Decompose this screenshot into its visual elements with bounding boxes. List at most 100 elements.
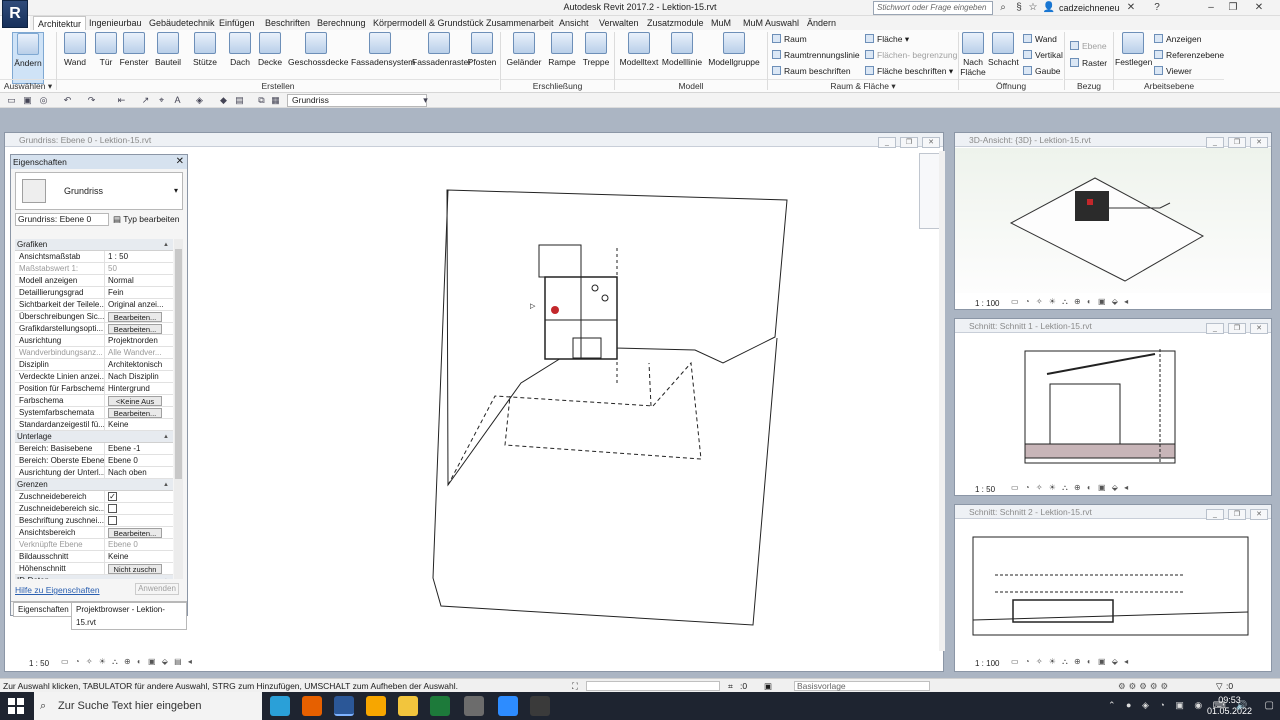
restore-icon[interactable]: ❐ bbox=[1228, 509, 1246, 520]
revit-icon[interactable] bbox=[334, 696, 354, 716]
property-value[interactable]: ✓ bbox=[105, 491, 173, 502]
model-line-button[interactable]: Modelllinie bbox=[661, 32, 703, 84]
notification-icon[interactable]: ▢ bbox=[1265, 700, 1274, 711]
edge-icon[interactable] bbox=[270, 696, 290, 716]
windows-start-icon[interactable] bbox=[8, 698, 24, 714]
tab-zusatzmodule[interactable]: Zusatzmodule bbox=[643, 16, 708, 30]
property-checkbox[interactable] bbox=[108, 516, 117, 525]
tab-beschriften[interactable]: Beschriften bbox=[261, 16, 314, 30]
tag-icon[interactable]: ⌖ bbox=[156, 95, 167, 106]
minimize-icon[interactable]: _ bbox=[1206, 509, 1224, 520]
measure-icon[interactable]: ⇤ bbox=[116, 95, 127, 106]
user-name[interactable]: cadzeichneneu bbox=[1059, 3, 1120, 13]
save-icon[interactable]: ▣ bbox=[22, 95, 33, 106]
modify-button[interactable]: Ändern bbox=[12, 32, 44, 84]
room-separator-button[interactable]: Raumtrennungslinie bbox=[772, 50, 860, 60]
property-value[interactable]: Bearbeiten... bbox=[105, 407, 173, 418]
view-control-icons[interactable]: ▭ ◔ ✧ ☀ ⛬ ⊕ ◐ ▣ ⬙ ▤ ◂ bbox=[61, 657, 194, 667]
binoculars-icon[interactable]: ⌕ bbox=[996, 1, 1010, 15]
curtain-grid-button[interactable]: Fassadenraster bbox=[412, 32, 471, 84]
wall-opening-button[interactable]: Wand bbox=[1023, 34, 1057, 44]
tab-mum-auswahl[interactable]: MuM Auswahl bbox=[739, 16, 803, 30]
minimize-icon[interactable]: _ bbox=[1206, 137, 1224, 148]
text-icon[interactable]: A bbox=[172, 95, 183, 106]
property-value[interactable]: Bearbeiten... bbox=[105, 311, 173, 322]
close-hidden-icon[interactable]: ⧉ bbox=[256, 95, 267, 106]
dimension-icon[interactable]: ↗ bbox=[140, 95, 151, 106]
property-edit-button[interactable]: Bearbeiten... bbox=[108, 324, 162, 334]
model-group-button[interactable]: Modellgruppe bbox=[708, 32, 760, 84]
section-1-control-icons[interactable]: ▭ ◔ ✧ ☀ ⛬ ⊕ ◐ ▣ ⬙ ◂ bbox=[1011, 483, 1130, 493]
property-value[interactable]: Ebene -1 bbox=[105, 443, 173, 454]
property-value[interactable] bbox=[105, 515, 173, 526]
component-button[interactable]: Bauteil bbox=[152, 32, 184, 84]
chevron-down-icon[interactable]: ▾ bbox=[420, 95, 431, 106]
design-option-dropdown[interactable]: Basisvorlage bbox=[794, 681, 930, 691]
restore-icon[interactable]: ❐ bbox=[1228, 137, 1246, 148]
tab-mum[interactable]: MuM bbox=[707, 16, 735, 30]
section-2-window[interactable]: Schnitt: Schnitt 2 - Lektion-15.rvt _ ❐ ✕ … bbox=[954, 504, 1272, 672]
close-icon[interactable]: ✕ bbox=[1252, 1, 1266, 15]
section-1-window[interactable]: Schnitt: Schnitt 1 - Lektion-15.rvt _ ❐ ✕ … bbox=[954, 318, 1272, 496]
property-value[interactable]: Ebene 0 bbox=[105, 539, 173, 550]
set-workplane-button[interactable]: Festlegen bbox=[1115, 32, 1152, 84]
instance-filter-dropdown[interactable]: Grundriss: Ebene 0 bbox=[15, 213, 109, 226]
property-value[interactable]: Hintergrund bbox=[105, 383, 173, 394]
panel-room-area-label[interactable]: Raum & Fläche ▾ bbox=[768, 79, 958, 92]
restore-icon[interactable]: ❐ bbox=[1226, 1, 1240, 15]
roof-button[interactable]: Dach bbox=[226, 32, 254, 84]
tab-properties[interactable]: Eigenschaften bbox=[13, 602, 74, 617]
star-icon[interactable]: ☆ bbox=[1026, 1, 1040, 15]
3d-canvas[interactable] bbox=[955, 148, 1271, 293]
wall-button[interactable]: Wand bbox=[60, 32, 90, 84]
property-edit-button[interactable]: Nicht zuschn bbox=[108, 564, 162, 574]
properties-help-link[interactable]: Hilfe zu Eigenschaften bbox=[15, 585, 100, 595]
tab-koerpermodell[interactable]: Körpermodell & Grundstück bbox=[369, 16, 488, 30]
property-checkbox[interactable] bbox=[108, 504, 117, 513]
3d-view-control-icons[interactable]: ▭ ◔ ✧ ☀ ⛬ ⊕ ◐ ▣ ⬙ ◂ bbox=[1011, 297, 1130, 307]
explorer-icon[interactable] bbox=[398, 696, 418, 716]
property-value[interactable]: Nach oben bbox=[105, 467, 173, 478]
stair-button[interactable]: Treppe bbox=[581, 32, 611, 84]
area-boundary-button[interactable]: Flächen- begrenzung bbox=[865, 50, 957, 60]
properties-scrollbar[interactable] bbox=[174, 239, 183, 579]
property-value[interactable]: 1 : 50 bbox=[105, 251, 173, 262]
vertical-scrollbar[interactable] bbox=[939, 151, 945, 651]
area-button[interactable]: Fläche ▾ bbox=[865, 34, 909, 45]
tab-gebaeudetechnik[interactable]: Gebäudetechnik bbox=[145, 16, 219, 30]
tab-ansicht[interactable]: Ansicht bbox=[555, 16, 593, 30]
ramp-button[interactable]: Rampe bbox=[547, 32, 577, 84]
section-2-canvas[interactable] bbox=[955, 520, 1271, 655]
minimize-icon[interactable]: _ bbox=[878, 137, 896, 148]
tab-architektur[interactable]: Architektur bbox=[33, 16, 87, 30]
vlc-icon[interactable] bbox=[366, 696, 386, 716]
firefox-icon[interactable] bbox=[302, 696, 322, 716]
tab-verwalten[interactable]: Verwalten bbox=[595, 16, 643, 30]
property-value[interactable]: Projektnorden bbox=[105, 335, 173, 346]
filter-icon[interactable]: ▽ bbox=[1216, 679, 1223, 693]
user-icon[interactable]: 👤 bbox=[1042, 1, 1056, 15]
property-value[interactable]: Original anzei... bbox=[105, 299, 173, 310]
3d-view-window[interactable]: 3D-Ansicht: {3D} - Lektion-15.rvt _ ❐ ✕ 1 … bbox=[954, 132, 1272, 310]
tab-einfuegen[interactable]: Einfügen bbox=[215, 16, 259, 30]
minimize-icon[interactable]: – bbox=[1204, 1, 1218, 15]
snipping-icon[interactable] bbox=[464, 696, 484, 716]
property-value[interactable]: Keine bbox=[105, 419, 173, 430]
close-icon[interactable]: ✕ bbox=[922, 137, 940, 148]
navigation-bar[interactable] bbox=[919, 153, 941, 229]
workset-dropdown[interactable] bbox=[586, 681, 720, 691]
edit-type-button[interactable]: ▤ Typ bearbeiten bbox=[113, 213, 179, 226]
thin-lines-icon[interactable]: ▤ bbox=[234, 95, 245, 106]
section-2-control-icons[interactable]: ▭ ◔ ✧ ☀ ⛬ ⊕ ◐ ▣ ⬙ ◂ bbox=[1011, 657, 1130, 667]
curtain-system-button[interactable]: Fassadensystem bbox=[351, 32, 415, 84]
column-button[interactable]: Stütze bbox=[190, 32, 220, 84]
window-button[interactable]: Fenster bbox=[118, 32, 150, 84]
tab-ingenieurbau[interactable]: Ingenieurbau bbox=[85, 16, 146, 30]
viewer-button[interactable]: Viewer bbox=[1154, 66, 1192, 76]
dormer-button[interactable]: Gaube bbox=[1023, 66, 1061, 76]
restore-icon[interactable]: ❐ bbox=[1228, 323, 1246, 334]
apply-button[interactable]: Anwenden bbox=[135, 583, 179, 595]
property-edit-button[interactable]: Bearbeiten... bbox=[108, 312, 162, 322]
close-icon[interactable]: ✕ bbox=[1250, 323, 1268, 334]
tab-zusammenarbeit[interactable]: Zusammenarbeit bbox=[482, 16, 558, 30]
